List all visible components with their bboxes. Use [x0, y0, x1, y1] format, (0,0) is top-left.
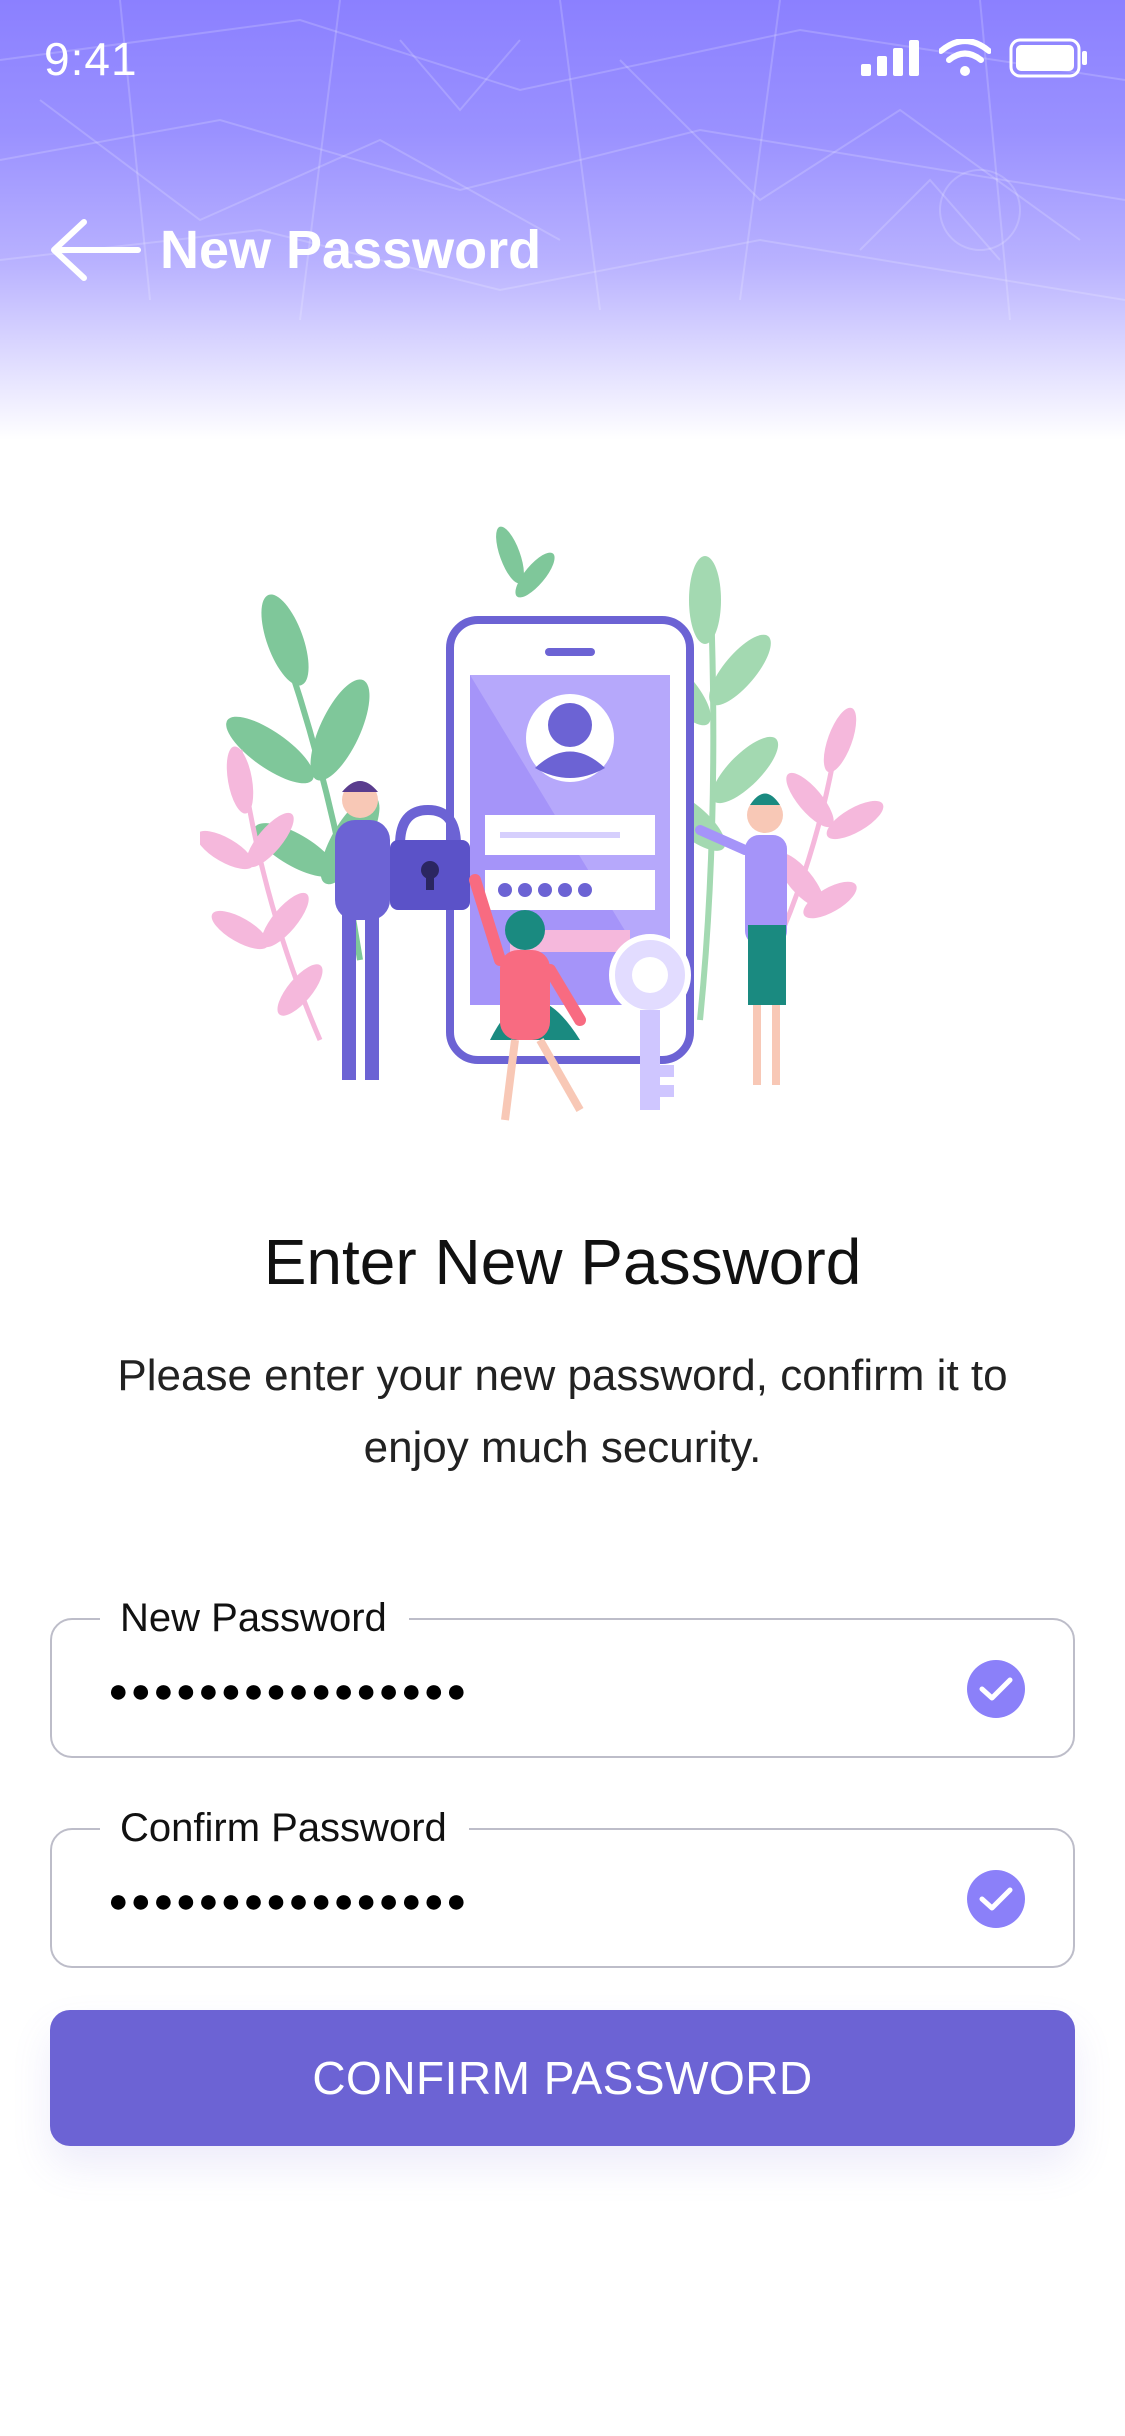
- confirm-password-label: Confirm Password: [100, 1798, 469, 1858]
- section-description: Please enter your new password, confirm …: [117, 1351, 1008, 1472]
- status-bar: 9:41: [0, 0, 1125, 120]
- wifi-icon: [939, 39, 991, 76]
- new-password-check-icon: [967, 1660, 1025, 1718]
- status-time: 9:41: [44, 33, 138, 85]
- new-password-field[interactable]: New Password ●●●●●●●●●●●●●●●●: [50, 1588, 1075, 1758]
- back-arrow-icon[interactable]: [48, 218, 144, 282]
- new-password-value[interactable]: ●●●●●●●●●●●●●●●●: [108, 1666, 469, 1716]
- signal-icon: [861, 40, 919, 76]
- confirm-password-check-icon: [967, 1870, 1025, 1928]
- page-title: New Password: [160, 220, 542, 280]
- new-password-label: New Password: [100, 1588, 409, 1648]
- status-icons: [861, 38, 1089, 78]
- confirm-password-value[interactable]: ●●●●●●●●●●●●●●●●: [108, 1876, 469, 1926]
- nav-bar: New Password: [0, 200, 1125, 300]
- confirm-password-field[interactable]: Confirm Password ●●●●●●●●●●●●●●●●: [50, 1798, 1075, 1968]
- battery-icon: [1009, 38, 1087, 78]
- security-illustration: [200, 526, 884, 1121]
- confirm-password-button[interactable]: CONFIRM PASSWORD: [50, 2010, 1075, 2146]
- section-heading: Enter New Password: [263, 1226, 862, 1298]
